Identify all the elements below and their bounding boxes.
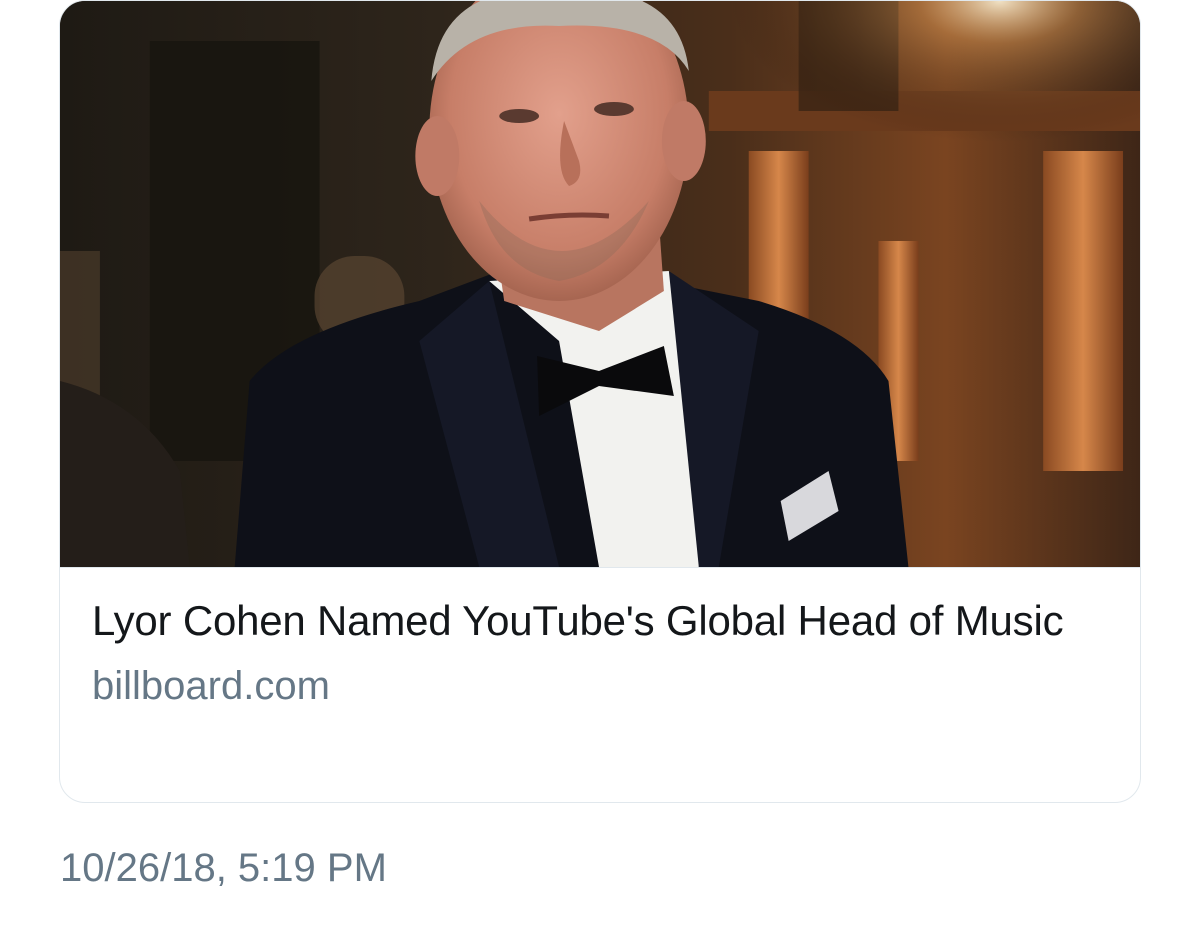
card-image[interactable] [60, 1, 1140, 568]
card-body[interactable]: Lyor Cohen Named YouTube's Global Head o… [60, 569, 1140, 710]
tweet-detail: Lyor Cohen Named YouTube's Global Head o… [0, 0, 1200, 933]
link-preview-card[interactable]: Lyor Cohen Named YouTube's Global Head o… [59, 0, 1141, 803]
card-domain[interactable]: billboard.com [92, 662, 1108, 710]
card-photo [60, 1, 1140, 567]
card-title[interactable]: Lyor Cohen Named YouTube's Global Head o… [92, 593, 1108, 648]
tweet-timestamp[interactable]: 10/26/18, 5:19 PM [60, 843, 387, 893]
